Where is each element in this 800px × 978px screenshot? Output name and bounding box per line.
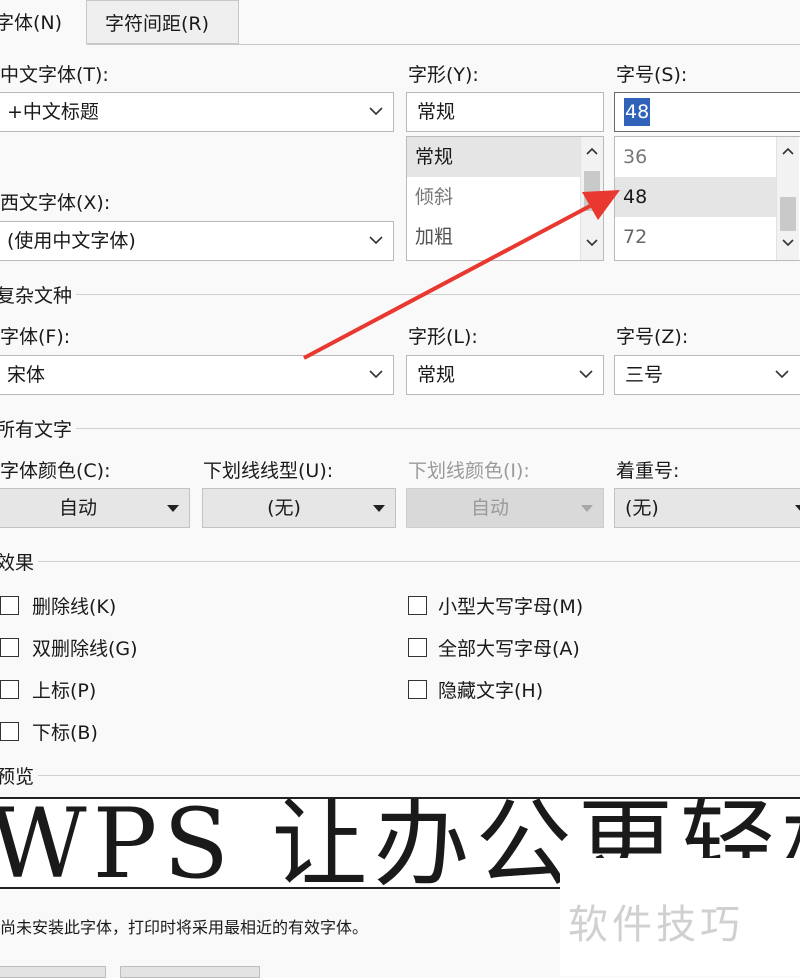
dropdown-arrow-icon <box>373 505 385 512</box>
tab-character-spacing[interactable]: 字符间距(R) <box>87 0 239 44</box>
preview-group-header: 预览 <box>0 766 35 788</box>
all-caps-label: 全部大写字母(A) <box>438 638 580 660</box>
strikethrough-checkbox[interactable] <box>0 596 19 615</box>
emphasis-select[interactable]: (无) <box>614 488 800 528</box>
underline-style-label: 下划线线型(U): <box>203 460 334 482</box>
scroll-thumb[interactable] <box>780 197 796 231</box>
hidden-text-checkbox[interactable] <box>408 680 427 699</box>
tab-font-label: 字体(N) <box>0 12 63 34</box>
dropdown-arrow-icon <box>581 505 593 512</box>
small-caps-label: 小型大写字母(M) <box>438 596 584 618</box>
scroll-down-icon[interactable] <box>781 235 795 249</box>
size-list[interactable]: 36 48 72 <box>614 136 800 261</box>
emphasis-label: 着重号: <box>616 460 680 482</box>
size-option-selected[interactable]: 48 <box>615 177 779 217</box>
small-caps-checkbox[interactable] <box>408 596 427 615</box>
preview-note: 尚未安装此字体，打印时将采用最相近的有效字体。 <box>0 918 369 937</box>
watermark: 软件技巧 <box>560 858 800 976</box>
tab-font[interactable]: 字体(N) <box>0 0 87 45</box>
size-label: 字号(S): <box>616 64 688 86</box>
subscript-checkbox[interactable] <box>0 722 19 741</box>
all-caps-checkbox[interactable] <box>408 638 427 657</box>
watermark-text: 软件技巧 <box>568 902 744 948</box>
size-input[interactable]: 48 <box>614 92 800 132</box>
dropdown-arrow-icon <box>795 505 800 512</box>
font-color-select[interactable]: 自动 <box>0 488 190 528</box>
font-color-value: 自动 <box>58 497 97 519</box>
style-option-regular[interactable]: 常规 <box>407 137 583 177</box>
complex-size-value: 三号 <box>625 364 664 386</box>
dropdown-arrow-icon <box>167 505 179 512</box>
emphasis-value: (无) <box>625 497 659 519</box>
complex-size-select[interactable]: 三号 <box>614 355 800 395</box>
double-strikethrough-label: 双删除线(G) <box>32 638 138 660</box>
style-input-value: 常规 <box>417 101 456 123</box>
scroll-up-icon[interactable] <box>585 145 599 159</box>
complex-group-header: 复杂文种 <box>0 285 73 307</box>
size-option[interactable]: 36 <box>615 137 793 177</box>
group-divider <box>38 775 800 776</box>
underline-color-value: 自动 <box>470 497 509 519</box>
effects-group-header: 效果 <box>0 552 35 574</box>
superscript-label: 上标(P) <box>32 680 97 702</box>
chinese-font-select[interactable]: +中文标题 <box>0 92 394 132</box>
double-strikethrough-checkbox[interactable] <box>0 638 19 657</box>
style-option-label: 常规 <box>415 146 454 168</box>
bottom-button[interactable] <box>0 966 106 978</box>
hidden-text-label: 隐藏文字(H) <box>438 680 544 702</box>
superscript-checkbox[interactable] <box>0 680 19 699</box>
group-divider <box>76 428 800 429</box>
font-color-label: 字体颜色(C): <box>0 460 111 482</box>
western-font-label: 西文字体(X): <box>0 192 111 214</box>
strikethrough-label: 删除线(K) <box>32 596 117 618</box>
tab-character-spacing-label: 字符间距(R) <box>105 13 210 35</box>
chevron-down-icon <box>369 107 383 116</box>
size-option-label: 36 <box>623 146 648 168</box>
size-option[interactable]: 72 <box>615 217 793 257</box>
underline-style-value: (无) <box>267 497 301 519</box>
chinese-font-value: +中文标题 <box>7 101 99 123</box>
chinese-font-label: 中文字体(T): <box>0 64 109 86</box>
size-input-value: 48 <box>624 98 651 126</box>
underline-style-select[interactable]: (无) <box>202 488 396 528</box>
underline-color-label: 下划线颜色(I): <box>408 460 530 482</box>
complex-font-value: 宋体 <box>7 364 46 386</box>
group-divider <box>38 561 800 562</box>
style-label: 字形(Y): <box>408 64 479 86</box>
size-list-scrollbar[interactable] <box>776 137 799 260</box>
style-input[interactable]: 常规 <box>406 92 604 132</box>
chevron-down-icon <box>775 370 789 379</box>
all-text-group-header: 所有文字 <box>0 419 73 441</box>
tab-strip: 字体(N) 字符间距(R) <box>0 0 800 45</box>
annotation-arrow-icon <box>303 190 620 360</box>
western-font-value: (使用中文字体) <box>7 230 136 252</box>
subscript-label: 下标(B) <box>32 722 98 744</box>
complex-font-label: 字体(F): <box>0 326 71 348</box>
scroll-up-icon[interactable] <box>781 145 795 159</box>
bottom-button[interactable] <box>120 966 260 978</box>
underline-color-select: 自动 <box>406 488 604 528</box>
